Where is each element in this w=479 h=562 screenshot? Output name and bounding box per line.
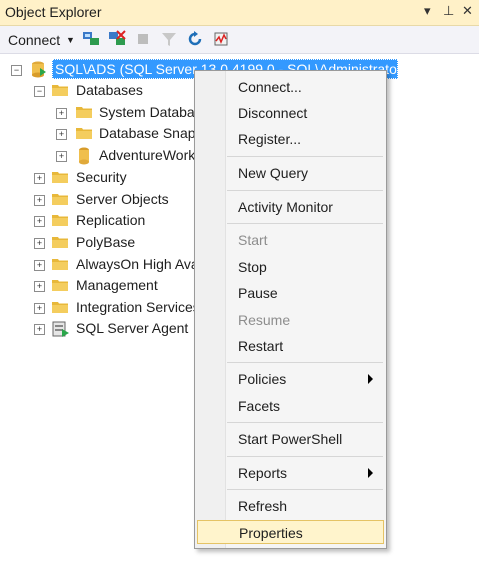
folder-icon bbox=[52, 85, 68, 96]
menu-separator bbox=[227, 489, 383, 490]
window-title: Object Explorer bbox=[5, 4, 102, 20]
filter-icon bbox=[162, 33, 176, 46]
submenu-arrow-icon bbox=[368, 374, 373, 384]
dropdown-arrow-icon[interactable]: ▾ bbox=[424, 3, 431, 19]
menu-item-resume: Resume bbox=[238, 312, 291, 328]
activity-monitor-icon[interactable] bbox=[212, 30, 230, 48]
tree-node-adventureworks[interactable]: + AdventureWorks bbox=[0, 146, 203, 166]
tree-node-alwayson[interactable]: + AlwaysOn High Availability bbox=[0, 255, 241, 275]
tree-node-security[interactable]: + Security bbox=[0, 168, 200, 188]
expand-icon[interactable]: + bbox=[56, 129, 67, 140]
folder-icon bbox=[76, 128, 92, 139]
tree-node-system-databases[interactable]: + System Databases bbox=[0, 103, 217, 123]
menu-separator bbox=[227, 362, 383, 363]
expand-icon[interactable]: + bbox=[34, 303, 45, 314]
tree-node-databases[interactable]: − Databases bbox=[0, 81, 200, 101]
tree-node-integration-services[interactable]: + Integration Services Catalogs bbox=[0, 298, 259, 318]
object-explorer-titlebar: Object Explorer ▾ ⊥ ✕ bbox=[0, 0, 479, 26]
tree-node-management[interactable]: + Management bbox=[0, 276, 200, 296]
expand-icon[interactable]: + bbox=[56, 108, 67, 119]
pin-icon[interactable]: ⊥ bbox=[443, 3, 454, 19]
tree-node-sql-server-agent[interactable]: + SQL Server Agent bbox=[0, 319, 200, 339]
expand-icon[interactable]: + bbox=[34, 281, 45, 292]
menu-item-refresh[interactable]: Refresh bbox=[196, 494, 385, 518]
submenu-arrow-icon bbox=[368, 468, 373, 478]
expand-icon[interactable]: + bbox=[34, 216, 45, 227]
tree-node-server-objects[interactable]: + Server Objects bbox=[0, 190, 200, 210]
tree-label-server-objects: Server Objects bbox=[76, 191, 169, 207]
connect-dropdown-icon[interactable]: ▼ bbox=[66, 35, 75, 45]
expand-icon[interactable]: + bbox=[56, 151, 67, 162]
database-icon bbox=[79, 147, 89, 165]
expand-icon[interactable]: + bbox=[34, 195, 45, 206]
menu-separator bbox=[227, 422, 383, 423]
menu-item-start-powershell[interactable]: Start PowerShell bbox=[196, 427, 385, 451]
collapse-server-icon[interactable]: − bbox=[11, 65, 22, 76]
server-icon bbox=[32, 61, 46, 78]
folder-icon bbox=[52, 280, 68, 291]
tree-label-adventureworks: AdventureWorks bbox=[99, 147, 203, 163]
tree-label-polybase: PolyBase bbox=[76, 234, 136, 250]
refresh-icon[interactable] bbox=[186, 30, 204, 48]
context-menu: Connect... Disconnect Register... New Qu… bbox=[194, 70, 387, 549]
object-explorer-toolbar: Connect ▼ bbox=[0, 26, 479, 54]
menu-separator bbox=[227, 190, 383, 191]
collapse-databases-icon[interactable]: − bbox=[34, 86, 45, 97]
expand-icon[interactable]: + bbox=[34, 324, 45, 335]
menu-item-facets[interactable]: Facets bbox=[196, 394, 385, 418]
menu-item-register[interactable]: Register... bbox=[196, 127, 385, 151]
folder-icon bbox=[52, 215, 68, 226]
tree-node-replication[interactable]: + Replication bbox=[0, 211, 200, 231]
tree-node-database-snapshots[interactable]: + Database Snapshots bbox=[0, 124, 229, 144]
menu-item-activity-monitor[interactable]: Activity Monitor bbox=[196, 195, 385, 219]
menu-item-new-query[interactable]: New Query bbox=[196, 161, 385, 185]
expand-icon[interactable]: + bbox=[34, 173, 45, 184]
tree-label-sql-server-agent: SQL Server Agent bbox=[76, 320, 189, 336]
tree-label-management: Management bbox=[76, 277, 158, 293]
menu-item-stop[interactable]: Stop bbox=[196, 255, 385, 279]
menu-item-pause[interactable]: Pause bbox=[196, 281, 385, 305]
menu-separator bbox=[227, 156, 383, 157]
connect-button[interactable]: Connect bbox=[8, 32, 60, 48]
disconnect-icon[interactable] bbox=[108, 30, 126, 48]
folder-icon bbox=[76, 107, 92, 118]
close-icon[interactable]: ✕ bbox=[462, 3, 473, 19]
menu-separator bbox=[227, 223, 383, 224]
folder-icon bbox=[52, 302, 68, 313]
menu-item-disconnect[interactable]: Disconnect bbox=[196, 101, 385, 125]
folder-icon bbox=[52, 194, 68, 205]
tree-node-polybase[interactable]: + PolyBase bbox=[0, 233, 200, 253]
tree-label-databases: Databases bbox=[76, 82, 143, 98]
tree-label-replication: Replication bbox=[76, 212, 146, 228]
expand-icon[interactable]: + bbox=[34, 260, 45, 271]
menu-item-start: Start bbox=[238, 232, 268, 248]
menu-item-restart[interactable]: Restart bbox=[196, 334, 385, 358]
stop-icon bbox=[138, 34, 148, 44]
tree-label-security: Security bbox=[76, 169, 127, 185]
connect-object-explorer-icon[interactable] bbox=[82, 30, 100, 48]
folder-icon bbox=[52, 237, 68, 248]
menu-item-reports[interactable]: Reports bbox=[196, 461, 385, 485]
menu-item-connect[interactable]: Connect... bbox=[196, 75, 385, 99]
folder-icon bbox=[52, 172, 68, 183]
menu-item-properties[interactable]: Properties bbox=[197, 520, 384, 544]
folder-icon bbox=[52, 259, 68, 270]
sql-agent-icon bbox=[52, 321, 69, 337]
menu-separator bbox=[227, 456, 383, 457]
menu-item-policies[interactable]: Policies bbox=[196, 367, 385, 391]
expand-icon[interactable]: + bbox=[34, 238, 45, 249]
